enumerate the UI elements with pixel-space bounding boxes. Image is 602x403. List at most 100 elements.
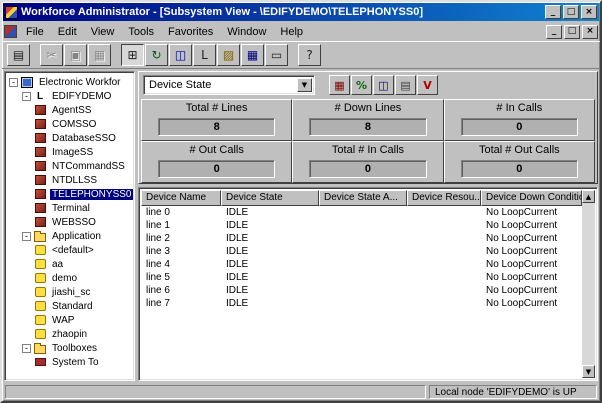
column-header-device-state-a[interactable]: Device State A... [319,190,407,206]
device-table: Device NameDevice StateDevice State A...… [141,190,582,378]
app-icon [35,301,46,311]
column-header-device-down-condition[interactable]: Device Down Condition [481,190,582,206]
edify-icon: L [34,91,46,102]
chevron-down-icon[interactable]: ▼ [297,78,312,92]
tree-node-databasesso[interactable]: DatabaseSSO [7,131,132,145]
tree-node-default[interactable]: <default> [7,243,132,257]
device-table-section: Device NameDevice StateDevice State A...… [138,187,598,381]
tree-node-websso[interactable]: WEBSSO [7,215,132,229]
tree-node-imagess[interactable]: ImageSS [7,145,132,159]
table-row-line-0[interactable]: line 0IDLENo LoopCurrent [141,206,582,219]
stat-total-out-calls: Total # Out Calls0 [444,141,595,183]
tree-node-terminal[interactable]: Terminal [7,201,132,215]
child-minimize-button[interactable]: _ [546,25,562,39]
menu-favorites[interactable]: Favorites [161,24,220,40]
table-row-line-1[interactable]: line 1IDLENo LoopCurrent [141,219,582,232]
tree-node-aa[interactable]: aa [7,257,132,271]
help-button[interactable]: ? [298,44,321,66]
tree-node-telephonyss0[interactable]: TELEPHONYSS0 [7,187,132,201]
tree-node-label: EDIFYDEMO [50,91,113,102]
close-button[interactable]: × [581,5,597,19]
column-header-device-state[interactable]: Device State [221,190,319,206]
table-cell: No LoopCurrent [481,272,582,283]
table-row-line-7[interactable]: line 7IDLENo LoopCurrent [141,297,582,310]
toolbox-icon [35,358,46,366]
scroll-up-icon[interactable]: ▲ [582,190,595,203]
table-row-line-5[interactable]: line 5IDLENo LoopCurrent [141,271,582,284]
tree-node-ntdllss[interactable]: NTDLLSS [7,173,132,187]
child-close-button[interactable]: × [582,25,598,39]
table-row-line-2[interactable]: line 2IDLENo LoopCurrent [141,232,582,245]
table-row-line-3[interactable]: line 3IDLENo LoopCurrent [141,245,582,258]
device-state-dropdown[interactable]: Device State ▼ [143,75,315,95]
minimize-button[interactable]: _ [545,5,561,19]
print-button[interactable]: ▤ [395,75,416,95]
stats-button[interactable]: % [351,75,372,95]
menu-help[interactable]: Help [273,24,310,40]
tree-expander-icon[interactable]: - [22,344,31,353]
toolbar-separator [31,44,39,66]
menu-edit[interactable]: Edit [51,24,84,40]
tree-node-agentss[interactable]: AgentSS [7,103,132,117]
table-scrollbar[interactable]: ▲ ▼ [582,190,595,378]
tree-node-demo[interactable]: demo [7,271,132,285]
tree-node-wap[interactable]: WAP [7,313,132,327]
stat-label: # Down Lines [293,100,442,116]
maximize-button[interactable]: □ [563,5,579,19]
column-header-device-resou[interactable]: Device Resou... [407,190,481,206]
stat-value: 8 [309,118,426,136]
graph-button[interactable]: ◫ [373,75,394,95]
table-row-line-6[interactable]: line 6IDLENo LoopCurrent [141,284,582,297]
subsystem-icon [35,175,46,185]
toolbar-separator [289,44,297,66]
tree-node-zhaopin[interactable]: zhaopin [7,327,132,341]
cut-button[interactable]: ✂ [40,44,63,66]
menu-window[interactable]: Window [220,24,273,40]
tree-node-jiashi-sc[interactable]: jiashi_sc [7,285,132,299]
status-bar: Local node 'EDIFYDEMO' is UP [2,383,600,401]
properties-button[interactable]: ▭ [265,44,288,66]
column-header-device-name[interactable]: Device Name [141,190,221,206]
table-view-button[interactable]: ▦ [241,44,264,66]
tree-view-button[interactable]: ⊞ [121,44,144,66]
node-status-pane: Local node 'EDIFYDEMO' is UP [429,385,597,399]
table-cell: IDLE [221,285,319,296]
menu-tools[interactable]: Tools [121,24,161,40]
open-folder-button[interactable]: ▨ [217,44,240,66]
toolbar: ▤✂▣▦⊞↻◫L▨▦▭? [2,41,600,69]
app-icon [35,287,46,297]
refresh-button[interactable]: ↻ [145,44,168,66]
new-view-button[interactable]: ▤ [7,44,30,66]
logo-l-button[interactable]: L [193,44,216,66]
table-cell: No LoopCurrent [481,233,582,244]
tree-expander-icon[interactable]: - [9,78,18,87]
tree-node-standard[interactable]: Standard [7,299,132,313]
tree-node-edifydemo[interactable]: -L EDIFYDEMO [7,89,132,103]
stat-label: Total # Lines [142,100,291,116]
tree-expander-icon[interactable]: - [22,92,31,101]
tree-node-comsso[interactable]: COMSSO [7,117,132,131]
tree-node-label: ImageSS [50,147,95,158]
tree-node-application[interactable]: -Application [7,229,132,243]
verify-button[interactable]: V [417,75,438,95]
tree-node-ntcommandss[interactable]: NTCommandSS [7,159,132,173]
menu-view[interactable]: View [84,24,122,40]
device-map-button[interactable]: ▦ [329,75,350,95]
table-row-line-4[interactable]: line 4IDLENo LoopCurrent [141,258,582,271]
scroll-down-icon[interactable]: ▼ [582,365,595,378]
tree-node-electronic-workfor[interactable]: -Electronic Workfor [7,75,132,89]
scrollbar-track[interactable] [582,203,595,365]
tree-node-system-to[interactable]: System To [7,355,132,369]
menu-file[interactable]: File [19,24,51,40]
copy-button[interactable]: ▣ [64,44,87,66]
tree-node-toolboxes[interactable]: -Toolboxes [7,341,132,355]
tree-expander-icon[interactable]: - [22,232,31,241]
child-window-icon[interactable] [4,25,17,38]
app-icon [5,6,18,19]
table-body: line 0IDLENo LoopCurrentline 1IDLENo Loo… [141,206,582,310]
paste-button[interactable]: ▦ [88,44,111,66]
table-cell: No LoopCurrent [481,207,582,218]
child-restore-button[interactable]: □ [564,25,580,39]
monitor-view-button[interactable]: ◫ [169,44,192,66]
tree: -Electronic Workfor-LEDIFYDEMOAgentSSCOM… [4,71,135,381]
